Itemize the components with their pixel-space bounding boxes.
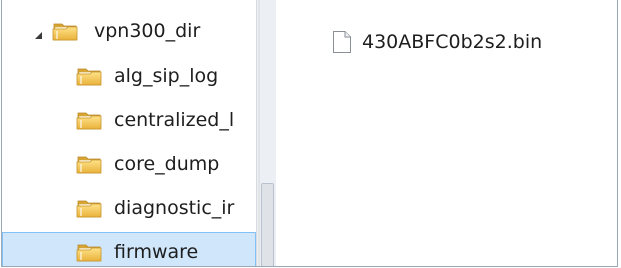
file-icon — [332, 30, 352, 54]
tree-item-core-dump[interactable]: core_dump — [2, 144, 256, 184]
folder-icon — [76, 197, 102, 219]
scrollbar-thumb[interactable] — [261, 183, 274, 266]
folder-icon — [52, 20, 78, 42]
file-list-pane[interactable]: 430ABFC0b2s2.bin — [276, 0, 617, 266]
folder-icon — [76, 241, 102, 263]
file-name: 430ABFC0b2s2.bin — [362, 31, 543, 53]
tree-item-diagnostic[interactable]: diagnostic_ir — [2, 188, 256, 228]
tree-item-label: core_dump — [114, 153, 220, 175]
tree-item-alg-sip-log[interactable]: alg_sip_log — [2, 56, 256, 96]
navigation-scrollbar[interactable] — [259, 0, 276, 266]
folder-icon — [76, 65, 102, 87]
expanded-arrow-icon[interactable] — [33, 26, 45, 39]
file-item[interactable]: 430ABFC0b2s2.bin — [332, 30, 542, 54]
folder-icon — [76, 109, 102, 131]
folder-icon — [76, 153, 102, 175]
tree-item-firmware[interactable]: firmware — [2, 232, 256, 266]
tree-item-label: diagnostic_ir — [114, 197, 235, 219]
tree-item-label: firmware — [114, 241, 199, 263]
tree-item-vpn300-dir[interactable]: vpn300_dir — [2, 12, 256, 52]
tree-item-label: centralized_l — [114, 109, 235, 131]
explorer-window: vpn300_dir alg_sip_log centralized_l cor… — [1, 0, 618, 267]
tree-item-label: alg_sip_log — [114, 65, 219, 87]
tree-item-centralized[interactable]: centralized_l — [2, 100, 256, 140]
tree-item-label: vpn300_dir — [94, 20, 201, 42]
navigation-pane[interactable]: vpn300_dir alg_sip_log centralized_l cor… — [2, 0, 256, 266]
